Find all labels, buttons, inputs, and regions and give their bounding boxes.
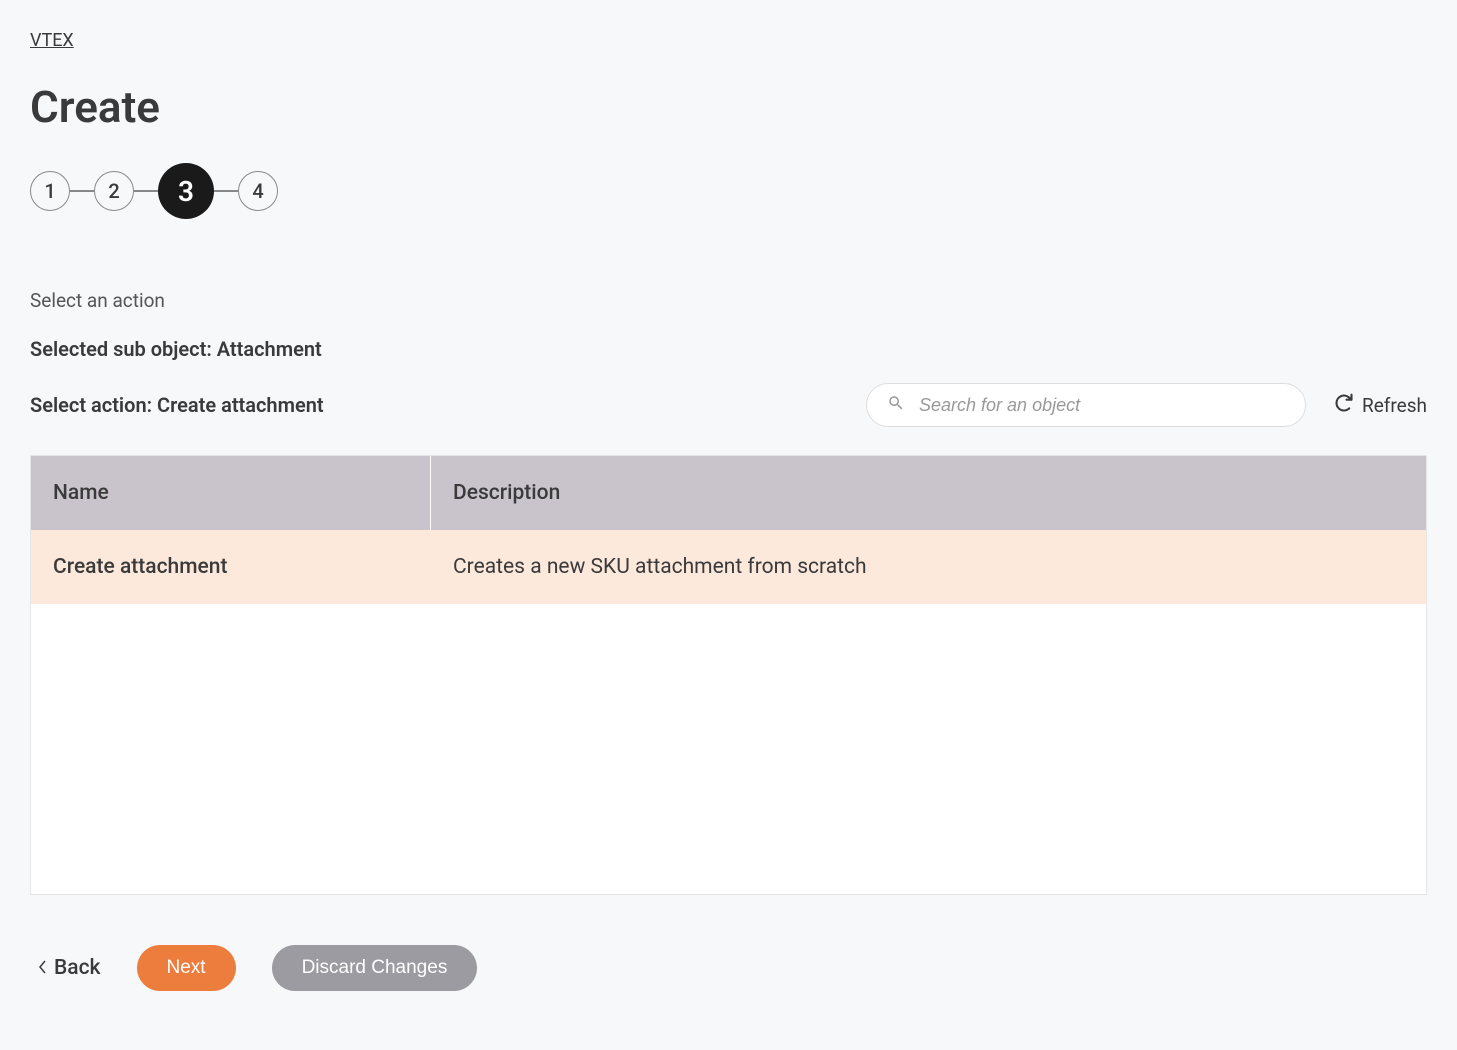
back-label: Back xyxy=(54,956,101,980)
table-row[interactable]: Create attachment Creates a new SKU atta… xyxy=(31,530,1426,604)
step-3[interactable]: 3 xyxy=(158,163,214,219)
refresh-label: Refresh xyxy=(1362,394,1427,417)
action-table: Name Description Create attachment Creat… xyxy=(30,455,1427,895)
footer-buttons: Back Next Discard Changes xyxy=(30,945,1427,991)
page-title: Create xyxy=(30,81,1427,133)
search-box[interactable] xyxy=(866,383,1306,427)
table-cell-description: Creates a new SKU attachment from scratc… xyxy=(431,530,1426,604)
discard-changes-button[interactable]: Discard Changes xyxy=(272,945,478,991)
refresh-icon xyxy=(1334,393,1354,418)
back-button[interactable]: Back xyxy=(38,956,101,980)
search-input[interactable] xyxy=(919,395,1285,416)
step-4[interactable]: 4 xyxy=(238,171,278,211)
table-header-description: Description xyxy=(431,456,1426,530)
step-connector xyxy=(70,190,94,192)
table-empty-area xyxy=(31,604,1426,894)
step-connector xyxy=(134,190,158,192)
step-1[interactable]: 1 xyxy=(30,171,70,211)
breadcrumb-link[interactable]: VTEX xyxy=(30,30,74,51)
chevron-left-icon xyxy=(38,956,48,980)
stepper: 1 2 3 4 xyxy=(30,163,1427,219)
select-action-line: Select action: Create attachment xyxy=(30,393,324,417)
selected-sub-object-line: Selected sub object: Attachment xyxy=(30,337,1427,361)
table-header: Name Description xyxy=(31,456,1426,530)
step-2[interactable]: 2 xyxy=(94,171,134,211)
refresh-button[interactable]: Refresh xyxy=(1334,393,1427,418)
search-icon xyxy=(887,394,919,416)
step-connector xyxy=(214,190,238,192)
section-label: Select an action xyxy=(30,289,1427,312)
table-header-name: Name xyxy=(31,456,431,530)
next-button[interactable]: Next xyxy=(137,945,236,991)
table-cell-name: Create attachment xyxy=(31,530,431,604)
